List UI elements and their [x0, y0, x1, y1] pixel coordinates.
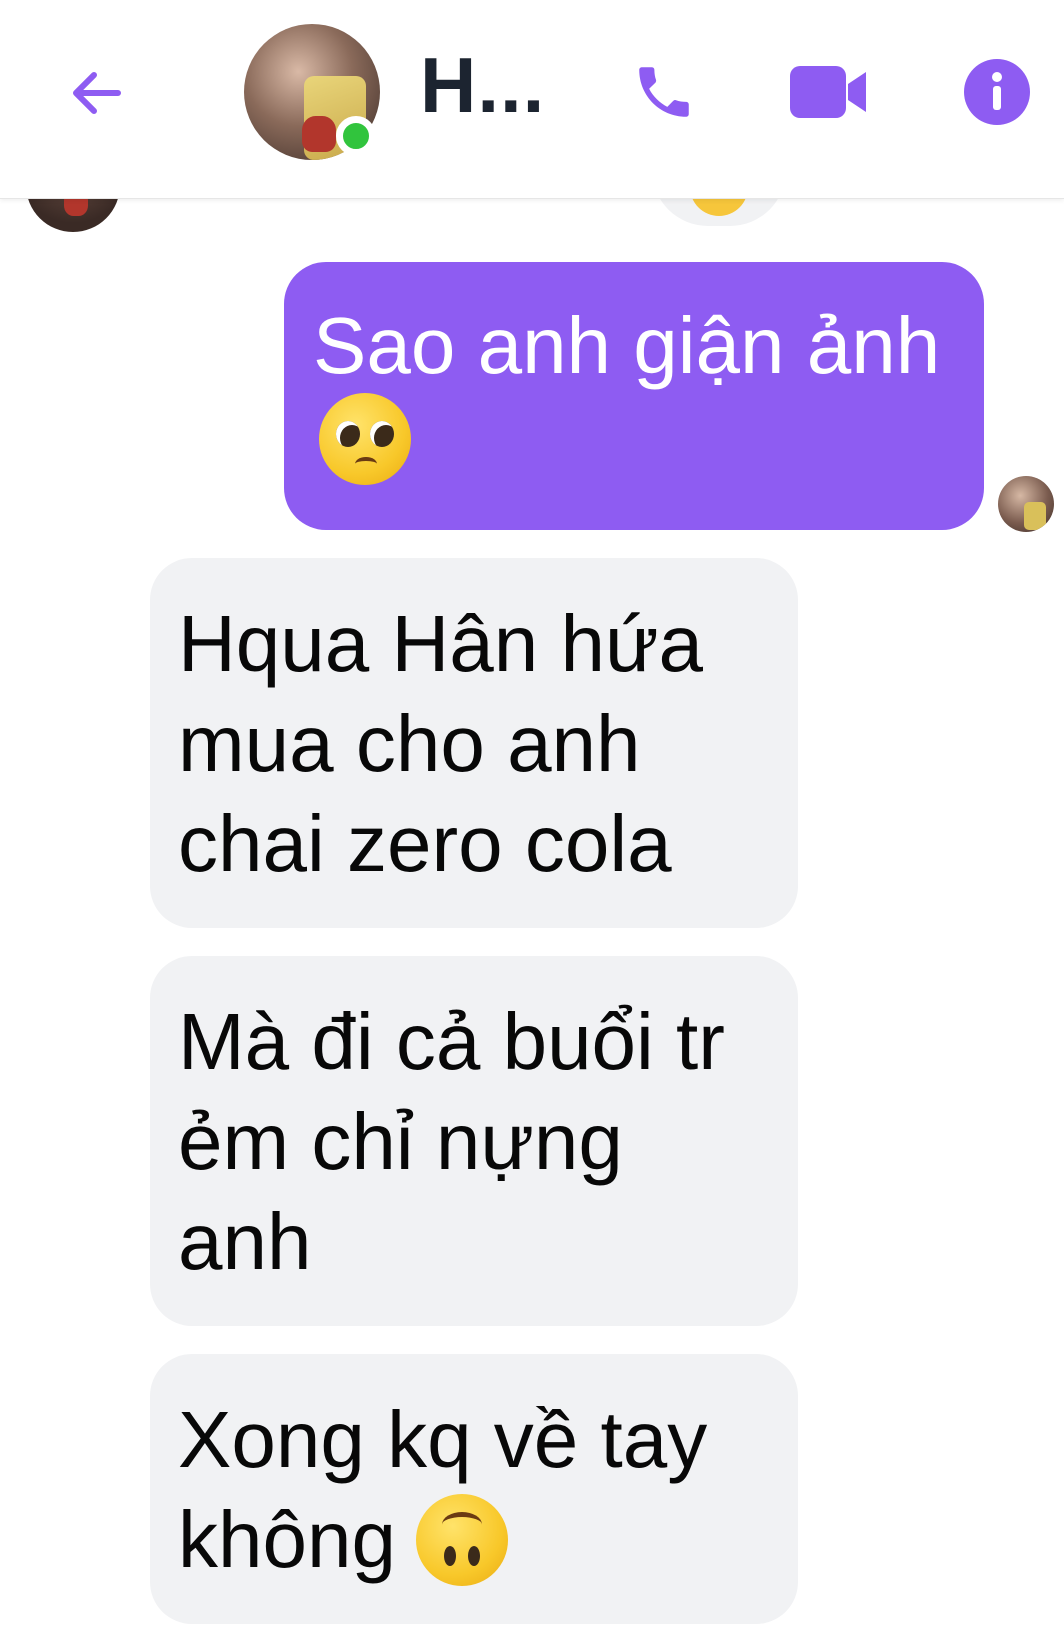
- message-text: Sao anh giận ảnh: [313, 301, 941, 390]
- chat-header: H...: [0, 0, 1064, 199]
- info-icon: [964, 59, 1030, 125]
- incoming-message-bubble[interactable]: Mà đi cả buổi tr ẻm chỉ nựng anh: [150, 956, 798, 1326]
- online-status-indicator: [336, 116, 376, 156]
- incoming-message-bubble[interactable]: Xong kq về tay không: [150, 1354, 798, 1624]
- arrow-left-icon: [73, 72, 121, 114]
- message-text: Mà đi cả buổi tr ẻm chỉ nựng anh: [178, 997, 725, 1286]
- phone-icon: [639, 67, 689, 117]
- pleading-face-emoji: [319, 392, 411, 485]
- back-button[interactable]: [58, 55, 134, 131]
- voice-call-button[interactable]: [624, 52, 704, 132]
- info-button[interactable]: [957, 52, 1037, 132]
- outgoing-message-bubble[interactable]: Sao anh giận ảnh: [284, 262, 984, 530]
- video-camera-icon: [790, 66, 866, 118]
- seen-by-avatar: [998, 476, 1054, 532]
- incoming-message-bubble[interactable]: Hqua Hân hứa mua cho anh chai zero cola: [150, 558, 798, 928]
- video-call-button[interactable]: [788, 52, 868, 132]
- contact-name[interactable]: H...: [420, 40, 545, 131]
- upside-down-face-emoji: [415, 1493, 508, 1586]
- message-text: Hqua Hân hứa mua cho anh chai zero cola: [178, 599, 703, 888]
- contact-avatar-button[interactable]: [244, 24, 380, 160]
